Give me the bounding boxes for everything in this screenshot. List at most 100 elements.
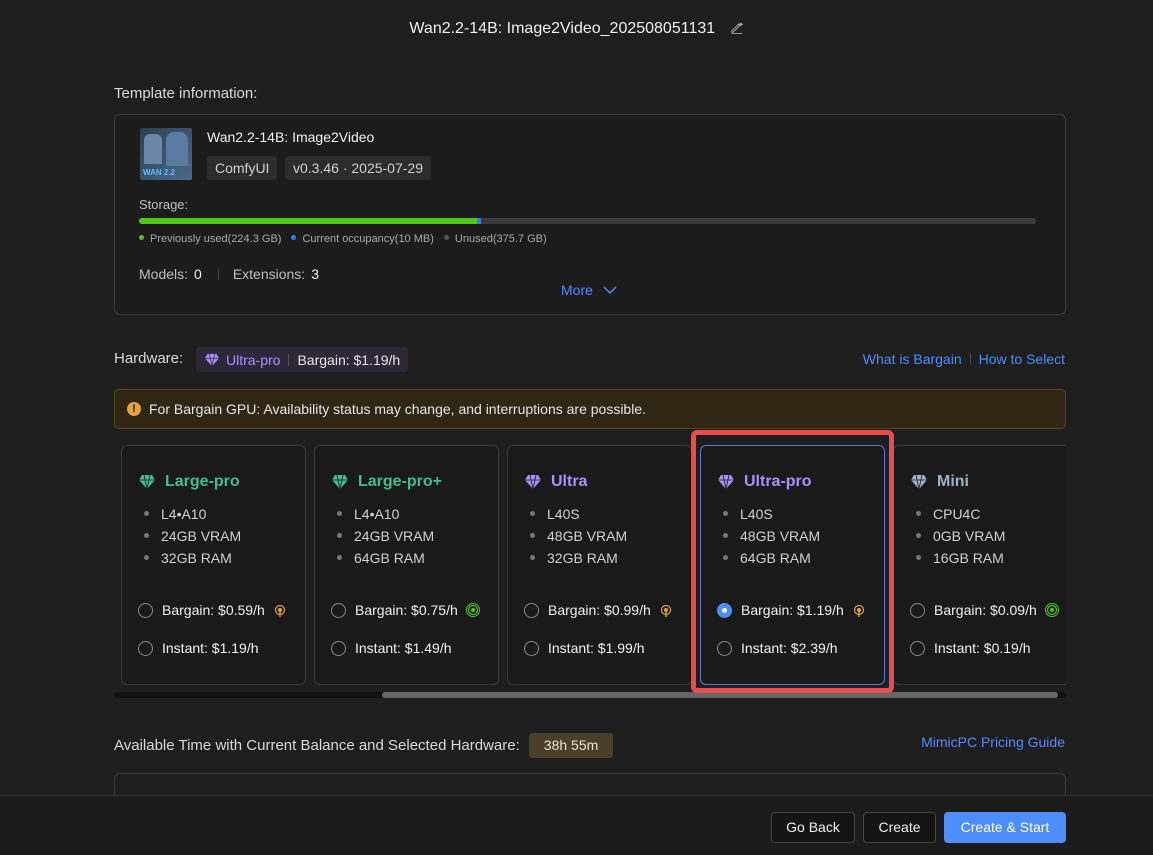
hardware-card-large-pro-plus[interactable]: Large-pro+ L4•A10 24GB VRAM 64GB RAM Barga…	[314, 445, 499, 685]
scrollbar-thumb[interactable]	[382, 692, 1058, 698]
diamond-icon	[332, 474, 348, 490]
card-gpu: L40S	[723, 503, 820, 525]
version-tag: v0.3.46 · 2025-07-29	[285, 156, 431, 180]
create-and-start-button[interactable]: Create & Start	[944, 812, 1066, 843]
selected-hardware-badge: Ultra-pro Bargain: $1.19/h	[196, 347, 409, 372]
card-title: Ultra	[551, 473, 588, 490]
chevron-down-icon	[603, 286, 617, 295]
edit-icon[interactable]	[730, 20, 744, 34]
card-gpu: L40S	[530, 503, 627, 525]
radio-button[interactable]	[524, 640, 539, 656]
footer-bar: Go Back Create Create & Start	[0, 795, 1153, 855]
card-gpu: L4•A10	[337, 503, 434, 525]
hardware-label: Hardware:	[114, 350, 184, 367]
diamond-icon	[525, 474, 541, 490]
page-title: Wan2.2-14B: Image2Video_202508051131	[409, 20, 716, 37]
bargain-option[interactable]: Bargain: $0.99/h	[524, 602, 673, 618]
selected-tier: Ultra-pro	[226, 351, 281, 368]
availability-label: Available Time with Current Balance and …	[114, 737, 520, 754]
more-button[interactable]: More	[561, 282, 617, 298]
card-title: Large-pro+	[358, 473, 443, 490]
storage-bar	[139, 218, 1036, 224]
radio-button[interactable]	[331, 602, 346, 618]
template-counts: Models: 0 Extensions: 3	[139, 266, 319, 282]
radio-button[interactable]	[524, 602, 539, 618]
card-title: Large-pro	[165, 473, 240, 490]
storage-label: Storage:	[139, 197, 189, 212]
warning-text: For Bargain GPU: Availability status may…	[149, 401, 646, 417]
diamond-icon	[718, 474, 734, 490]
hardware-cards: Large-pro L4•A10 24GB VRAM 32GB RAM Bargai…	[114, 445, 1066, 687]
cards-scrollbar[interactable]	[114, 692, 1066, 698]
storage-current-fill	[477, 218, 482, 224]
bargain-option[interactable]: Bargain: $0.59/h	[138, 602, 287, 618]
template-section-label: Template information:	[114, 85, 258, 102]
card-title: Mini	[937, 473, 969, 490]
instant-option[interactable]: Instant: $2.39/h	[717, 640, 838, 656]
signal-icon	[274, 604, 285, 617]
instant-option[interactable]: Instant: $0.19/h	[910, 640, 1031, 656]
legend-unused: Unused(375.7 GB)	[443, 233, 547, 245]
card-gpu: L4•A10	[144, 503, 241, 525]
hardware-card-ultra[interactable]: Ultra L40S 48GB VRAM 32GB RAM Bargain: $0.…	[507, 445, 692, 685]
template-name: Wan2.2-14B: Image2Video	[207, 129, 375, 145]
card-ram: 16GB RAM	[916, 547, 1005, 569]
card-title: Ultra-pro	[744, 473, 812, 490]
availability-row: Available Time with Current Balance and …	[114, 733, 614, 758]
available-time: 38h 55m	[528, 733, 614, 758]
bargain-option[interactable]: Bargain: $0.75/h	[331, 602, 480, 618]
hardware-card-mini[interactable]: Mini CPU4C 0GB VRAM 16GB RAM Bargain: $0.0…	[893, 445, 1066, 685]
card-gpu: CPU4C	[916, 503, 1005, 525]
storage-legend: Previously used(224.3 GB) Current occupa…	[139, 233, 547, 245]
radio-button[interactable]	[138, 602, 153, 618]
card-vram: 24GB VRAM	[144, 525, 241, 547]
diamond-icon	[205, 353, 219, 366]
radio-button-selected[interactable]	[717, 602, 732, 618]
card-vram: 0GB VRAM	[916, 525, 1005, 547]
go-back-button[interactable]: Go Back	[771, 812, 855, 843]
what-is-bargain-link[interactable]: What is Bargain	[863, 351, 962, 367]
radio-button[interactable]	[331, 640, 346, 656]
bargain-option[interactable]: Bargain: $1.19/h	[717, 602, 866, 618]
card-vram: 48GB VRAM	[723, 525, 820, 547]
hardware-card-large-pro[interactable]: Large-pro L4•A10 24GB VRAM 32GB RAM Bargai…	[121, 445, 306, 685]
bargain-option[interactable]: Bargain: $0.09/h	[910, 602, 1059, 618]
signal-icon	[660, 604, 671, 617]
card-vram: 48GB VRAM	[530, 525, 627, 547]
radio-button[interactable]	[910, 640, 925, 656]
diamond-icon	[911, 474, 927, 490]
instant-option[interactable]: Instant: $1.49/h	[331, 640, 452, 656]
how-to-select-link[interactable]: How to Select	[979, 351, 1065, 367]
card-ram: 32GB RAM	[144, 547, 241, 569]
hardware-links: What is Bargain How to Select	[863, 351, 1065, 367]
pricing-guide-link[interactable]: MimicPC Pricing Guide	[921, 734, 1065, 750]
radio-button[interactable]	[138, 640, 153, 656]
storage-used-fill	[139, 218, 478, 224]
legend-previously-used: Previously used(224.3 GB)	[139, 233, 281, 245]
selected-price: Bargain: $1.19/h	[297, 351, 401, 368]
models-label: Models:	[139, 266, 189, 282]
bargain-warning: ! For Bargain GPU: Availability status m…	[114, 389, 1066, 429]
card-ram: 64GB RAM	[337, 547, 434, 569]
instant-option[interactable]: Instant: $1.19/h	[138, 640, 259, 656]
extensions-value: 3	[311, 266, 319, 282]
extensions-label: Extensions:	[232, 266, 306, 282]
page-title-row: Wan2.2-14B: Image2Video_202508051131	[0, 20, 1153, 38]
template-info-panel: WAN 2.2 Wan2.2-14B: Image2Video ComfyUI …	[114, 114, 1066, 315]
warning-icon: !	[127, 402, 141, 416]
diamond-icon	[139, 474, 155, 490]
radio-button[interactable]	[910, 602, 925, 618]
signal-icon	[465, 603, 480, 617]
signal-icon	[1044, 603, 1059, 617]
card-ram: 32GB RAM	[530, 547, 627, 569]
radio-button[interactable]	[717, 640, 732, 656]
hardware-card-ultra-pro[interactable]: Ultra-pro L40S 48GB VRAM 64GB RAM Bargain:…	[700, 445, 885, 685]
template-thumbnail: WAN 2.2	[140, 128, 192, 180]
create-button[interactable]: Create	[863, 812, 936, 843]
instant-option[interactable]: Instant: $1.99/h	[524, 640, 645, 656]
thumbnail-text: WAN 2.2	[143, 168, 176, 177]
card-vram: 24GB VRAM	[337, 525, 434, 547]
card-ram: 64GB RAM	[723, 547, 820, 569]
signal-icon	[853, 604, 864, 617]
models-value: 0	[194, 266, 202, 282]
